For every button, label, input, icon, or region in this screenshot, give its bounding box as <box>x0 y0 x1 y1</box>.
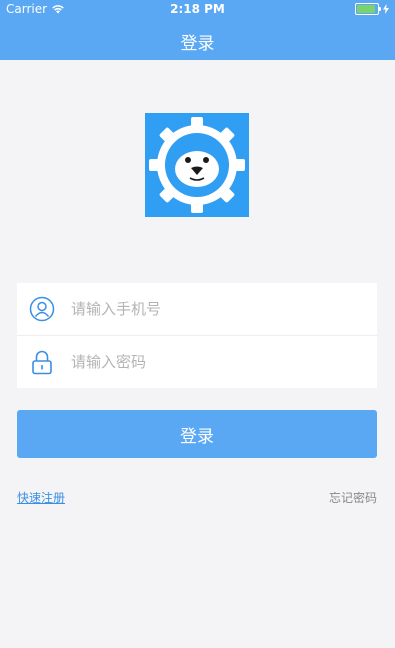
charging-icon <box>383 4 389 14</box>
status-bar: Carrier 2:18 PM <box>0 0 395 18</box>
status-right <box>355 3 389 15</box>
battery-icon <box>355 3 381 15</box>
lock-icon <box>27 347 57 377</box>
password-input[interactable] <box>69 352 343 372</box>
register-link[interactable]: 快速注册 <box>17 489 65 506</box>
login-button[interactable]: 登录 <box>17 410 377 458</box>
clock: 2:18 PM <box>170 2 225 16</box>
phone-input[interactable] <box>69 299 343 319</box>
forgot-password-link[interactable]: 忘记密码 <box>329 489 377 506</box>
page-title: 登录 <box>180 34 215 54</box>
password-row <box>17 336 377 388</box>
phone-row <box>17 283 377 335</box>
login-form <box>17 283 377 388</box>
lion-gear-logo <box>145 113 249 217</box>
user-icon <box>27 294 57 324</box>
